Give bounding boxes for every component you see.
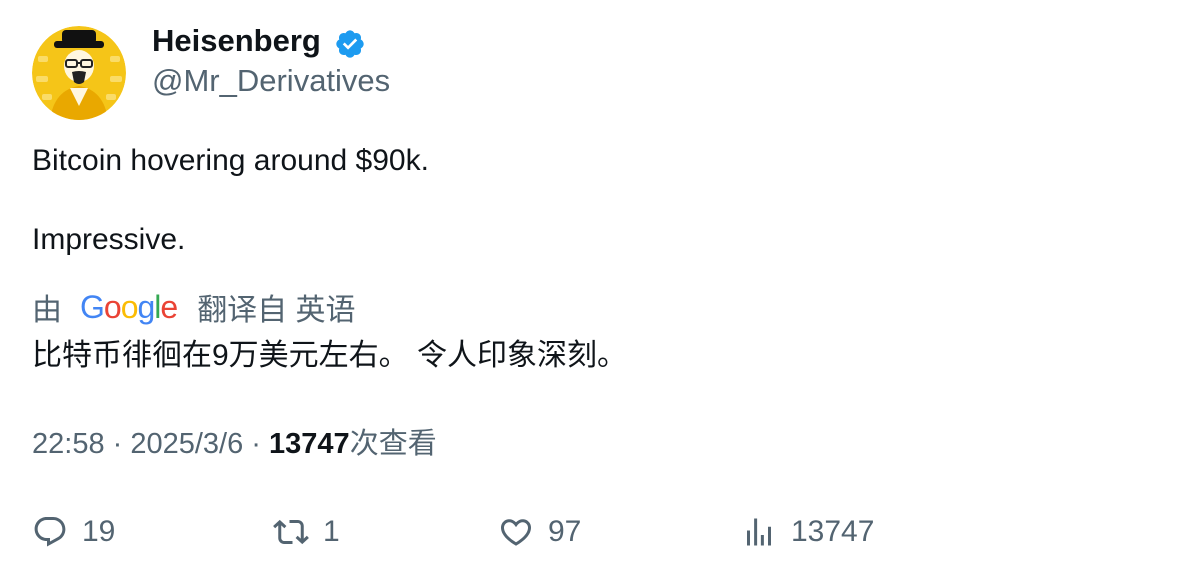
heisenberg-avatar-icon [32, 26, 126, 120]
views-label: 次查看 [349, 428, 437, 460]
avatar[interactable] [32, 26, 126, 120]
author-handle[interactable]: @Mr_Derivatives [152, 62, 390, 100]
views-action-count: 13747 [791, 515, 875, 548]
translated-text: 比特币徘徊在9万美元左右。 令人印象深刻。 [32, 339, 628, 372]
retweet-count: 1 [323, 515, 340, 548]
meta-separator: · [243, 428, 270, 460]
translation-prefix: 由 [32, 294, 62, 327]
like-button[interactable]: 97 [498, 510, 581, 554]
retweet-button[interactable]: 1 [273, 510, 340, 554]
tweet-date[interactable]: 2025/3/6 [130, 428, 243, 460]
google-logo: Google [80, 288, 178, 325]
verified-badge-icon[interactable] [334, 28, 366, 60]
views-count: 13747 [269, 428, 350, 460]
tweet-text-line-1: Bitcoin hovering around $90k. [32, 144, 429, 177]
reply-button[interactable]: 19 [32, 510, 115, 554]
reply-icon [34, 517, 66, 547]
reply-count: 19 [82, 515, 116, 548]
tweet-text-line-2: Impressive. [32, 223, 186, 256]
translation-source-language: 翻译自 英语 [197, 294, 356, 327]
meta-separator: · [104, 428, 131, 460]
tweet-time[interactable]: 22:58 [32, 428, 105, 460]
bar-chart-icon [747, 518, 771, 546]
heart-icon [500, 519, 532, 546]
author-display-name[interactable]: Heisenberg [152, 22, 321, 60]
translation-attribution[interactable]: 由 Google 翻译自 英语 [32, 287, 356, 328]
like-count: 97 [548, 515, 582, 548]
views-button[interactable]: 13747 [741, 510, 874, 554]
tweet-meta: 22:58 · 2025/3/6 · 13747次查看 [32, 424, 437, 464]
retweet-icon [273, 519, 309, 545]
